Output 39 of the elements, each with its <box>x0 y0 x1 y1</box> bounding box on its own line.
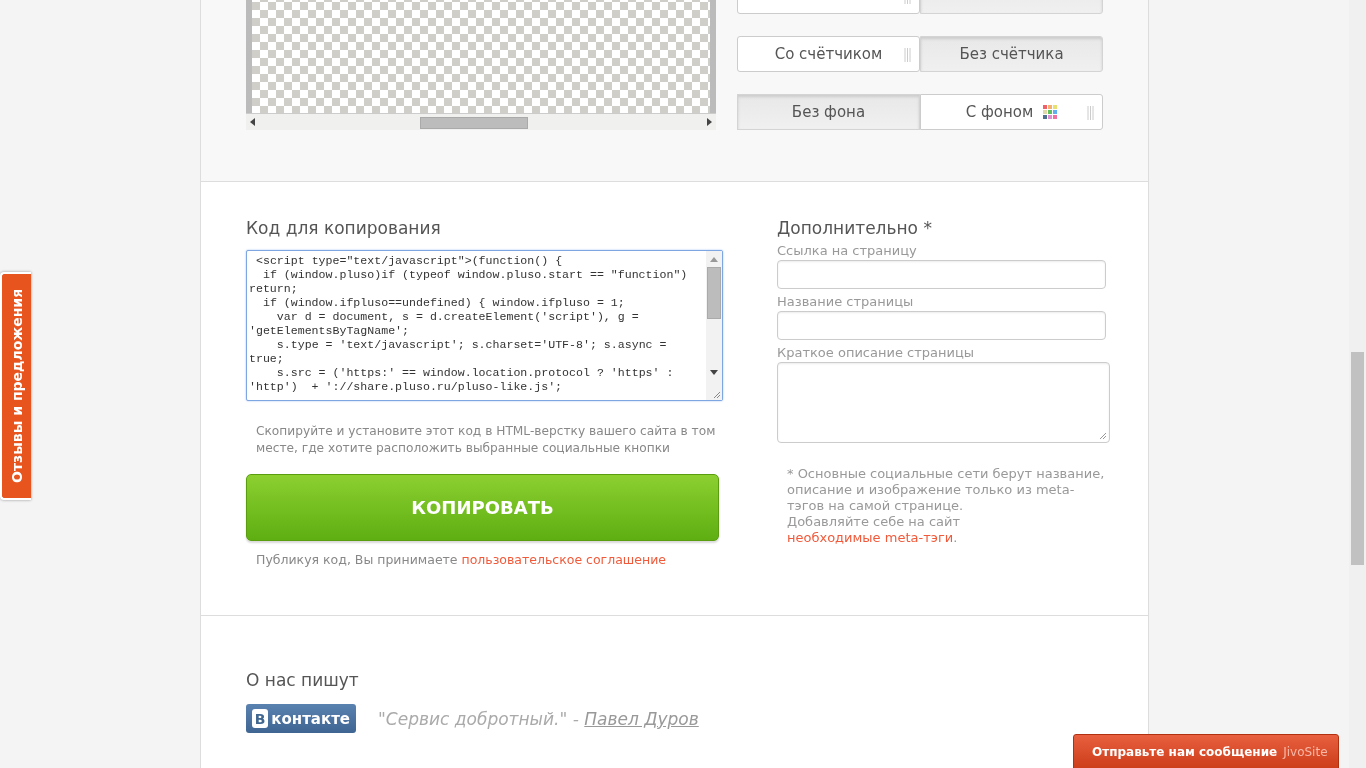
toggle-option[interactable]: Без фона <box>737 94 920 130</box>
page-scrollbar[interactable] <box>1349 0 1366 768</box>
scrollbar-thumb[interactable] <box>707 267 721 319</box>
input-field[interactable] <box>777 260 1106 289</box>
horizontal-scrollbar[interactable] <box>246 113 716 130</box>
footnote-text: Добавляйте себе на сайт необходимые meta-тэги. <box>787 514 962 546</box>
scroll-up-icon <box>710 257 718 262</box>
resize-grip-icon <box>712 390 721 399</box>
toggle-option[interactable]: Со счётчиком <box>737 36 920 72</box>
vkontakte-logo[interactable]: В контакте <box>246 704 356 733</box>
grip-icon <box>904 48 911 62</box>
scroll-down-icon <box>710 370 718 375</box>
meta-tags-link[interactable]: необходимые meta-тэги <box>787 530 954 545</box>
input-field[interactable] <box>777 311 1106 340</box>
textarea-field[interactable] <box>777 362 1110 443</box>
field-label: Название страницы <box>777 293 915 310</box>
toggle-option[interactable]: Без счётчика <box>920 36 1103 72</box>
instruction-text: Скопируйте и установите этот код в HTML-верстку вашего сайта в том месте, где хотите расположить выбранные социальные кнопки <box>256 423 717 457</box>
grip-icon <box>1087 106 1094 120</box>
field-label: Ссылка на страницу <box>777 242 918 259</box>
color-grid-icon <box>1043 105 1058 119</box>
scroll-right-icon <box>707 118 712 126</box>
scrollbar-thumb[interactable] <box>420 117 528 129</box>
feedback-tab[interactable]: Отзывы и предложения <box>0 272 31 500</box>
brand-text: JivoSite <box>1283 745 1328 759</box>
scroll-left-icon <box>250 118 255 126</box>
agreement-text: Публикуя код, Вы принимаете пользовательское соглашение <box>256 552 667 567</box>
section-title: Код для копирования <box>246 218 442 238</box>
chat-button[interactable]: Отправьте нам сообщение JivoSite <box>1073 734 1339 768</box>
resize-grip-icon <box>1099 432 1107 440</box>
scrollbar-thumb[interactable] <box>1351 352 1364 565</box>
field-label: Краткое описание страницы <box>777 344 976 361</box>
footnote-text: * Основные социальные сети берут название, описание и изображение только из meta-тэгов на самой странице. <box>787 466 1106 514</box>
code-field[interactable]: <script type="text/javascript">(function() { if (window.pluso)if (typeof window.pluso.start == "function") return; if (window.ifpluso==undefined) { window.ifpluso = 1; var d = document, s = d.createElement('script'), g = 'getElementsByTagName'; s.type = 'text/javascript'; s.charset='UTF-8'; s.async = true; s.src = ('https:' == window.location.protocol ? 'https' : 'http') + '://share.pluso.ru/pluso-like.js'; <box>246 250 723 401</box>
toggle-option[interactable]: С фоном <box>920 94 1103 130</box>
section-title: Дополнительно * <box>777 218 933 238</box>
agreement-link[interactable]: пользовательское соглашение <box>461 552 666 567</box>
testimonial-quote: "Сервис добротный." - Павел Дуров <box>378 708 699 729</box>
section-title: О нас пишут <box>246 670 360 690</box>
